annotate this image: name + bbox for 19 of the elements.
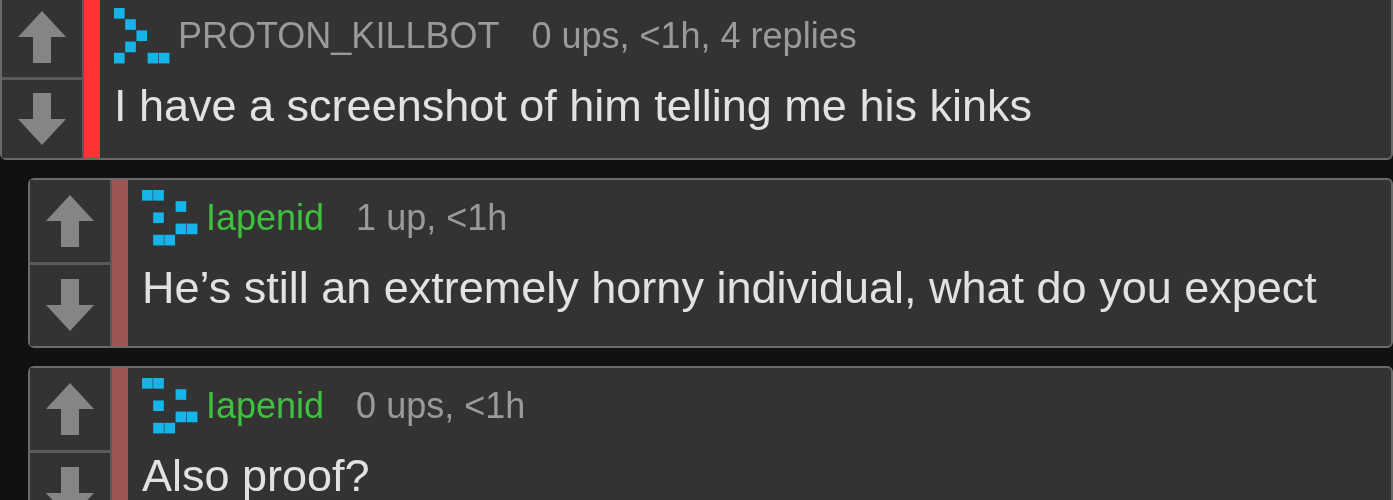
pixel-avatar-icon[interactable] [114,8,170,64]
author-link[interactable]: PROTON_KILLBOT [178,15,500,57]
comment-meta: 0 ups, <1h [356,385,526,427]
down-arrow-icon [46,279,94,332]
comment-meta: 1 up, <1h [356,197,508,239]
comment-text: I have a screenshot of him telling me his kinks [114,80,1033,132]
comment-text: He’s still an extremely horny individual, what do you expect [142,262,1318,314]
downvote-button[interactable] [2,76,82,158]
up-arrow-icon [18,11,66,64]
down-arrow-icon [18,92,66,145]
pixel-avatar-icon[interactable] [142,378,198,434]
author-link[interactable]: Iapenid [206,385,325,427]
up-arrow-icon [46,194,94,247]
author-link[interactable]: Iapenid [206,197,325,239]
downvote-button[interactable] [30,261,110,346]
pixel-avatar-icon[interactable] [142,190,198,246]
up-arrow-icon [46,382,94,435]
comment-text: Also proof? [142,450,371,500]
comment-meta: 0 ups, <1h, 4 replies [531,15,857,57]
